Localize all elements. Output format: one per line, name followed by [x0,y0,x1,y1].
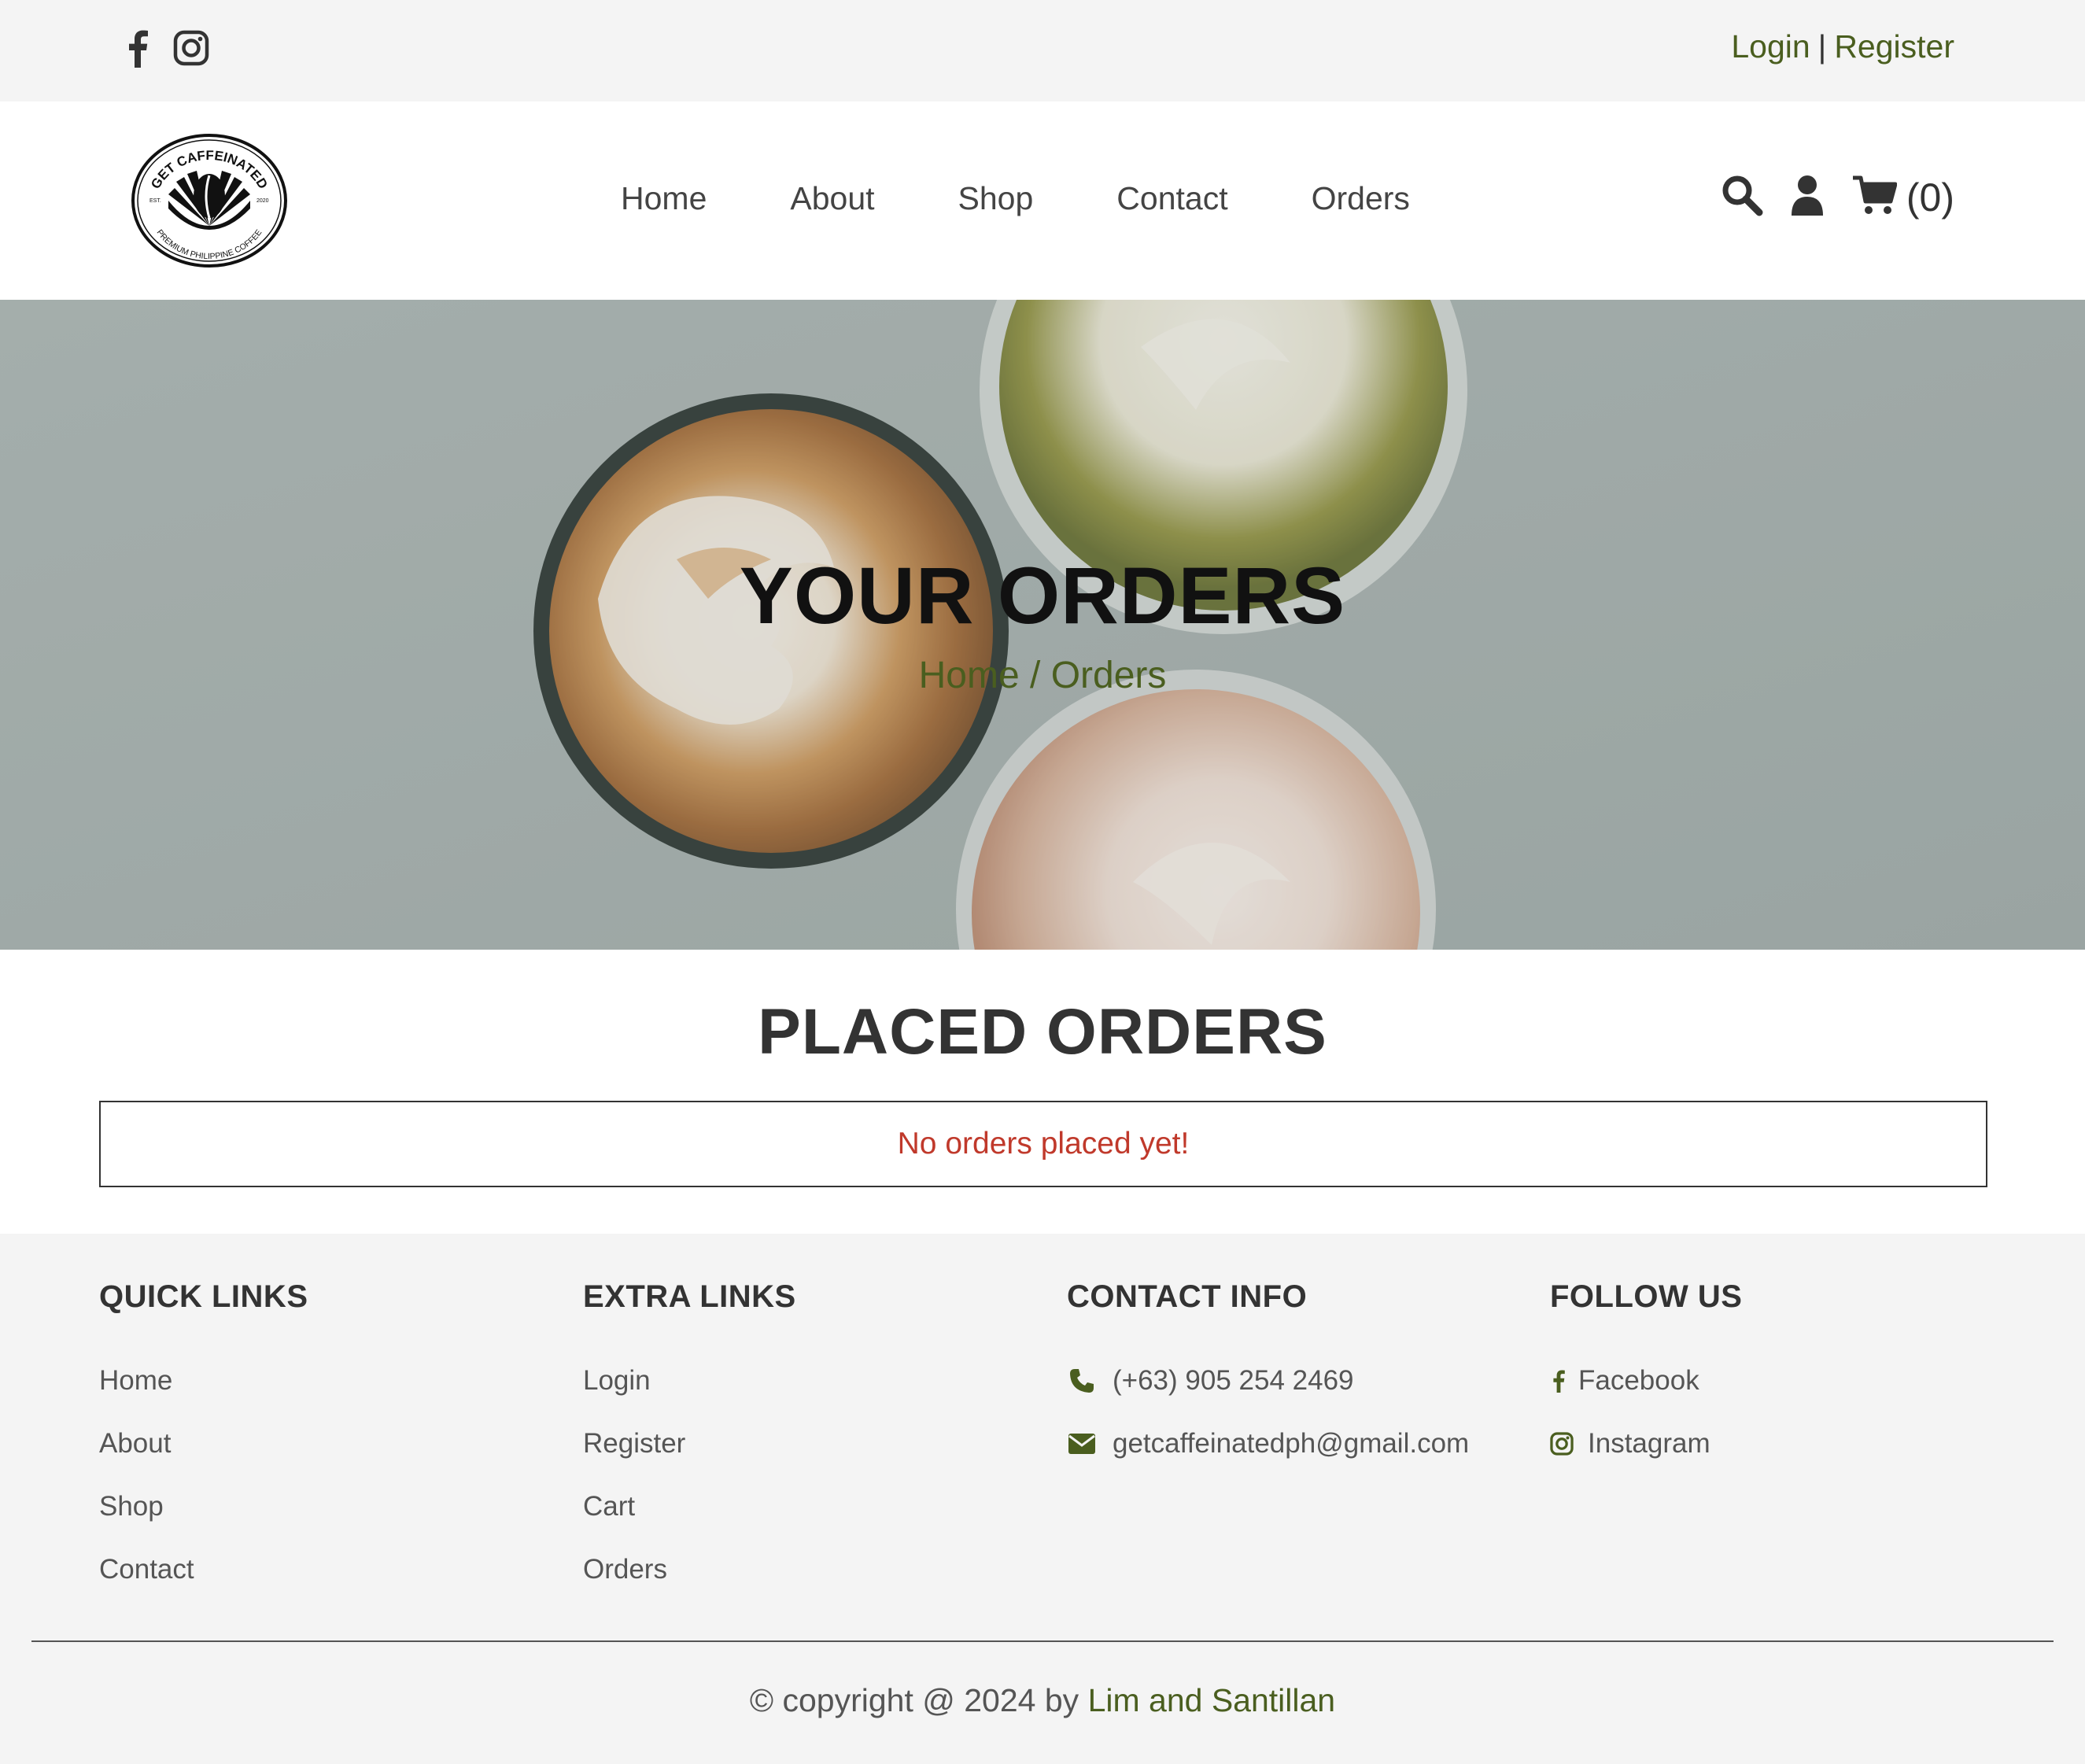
facebook-icon [1550,1367,1567,1394]
hero-title: YOUR ORDERS [739,551,1346,640]
nav-orders[interactable]: Orders [1312,180,1410,217]
footer-link-login[interactable]: Login [583,1349,796,1412]
logo-year: 2020 [256,198,269,204]
login-link[interactable]: Login [1731,28,1810,65]
extra-links-heading: EXTRA LINKS [583,1279,796,1314]
top-bar: Login | Register [0,0,2085,101]
footer-facebook-link[interactable]: Facebook [1550,1349,1742,1412]
instagram-icon [1550,1432,1574,1456]
phone-icon [1067,1367,1097,1394]
footer-extra-links: EXTRA LINKS Login Register Cart Orders [583,1279,796,1601]
cart-icon[interactable] [1851,175,1898,220]
top-social-links [126,28,209,72]
footer-link-shop[interactable]: Shop [99,1475,308,1538]
footer-divider [31,1640,2054,1642]
main-header: GET CAFFEINATED PREMIUM PHILIPPINE COFFE… [0,101,2085,300]
copyright: © copyright @ 2024 by Lim and Santillan [0,1682,2085,1719]
footer-email-text: getcaffeinatedph@gmail.com [1113,1428,1470,1459]
copyright-prefix: © copyright @ 2024 by [749,1682,1079,1718]
brand-logo[interactable]: GET CAFFEINATED PREMIUM PHILIPPINE COFFE… [131,133,288,268]
hero-banner: YOUR ORDERS Home / Orders [0,300,2085,950]
follow-us-heading: FOLLOW US [1550,1279,1743,1314]
placed-orders-title: PLACED ORDERS [758,996,1327,1068]
quick-links-heading: QUICK LINKS [99,1279,308,1314]
copyright-authors[interactable]: Lim and Santillan [1088,1682,1336,1718]
footer-phone[interactable]: (+63) 905 254 2469 [1067,1349,1469,1412]
nav-about[interactable]: About [790,180,874,217]
footer-email[interactable]: getcaffeinatedph@gmail.com [1067,1412,1469,1475]
cart-count[interactable]: (0) [1906,175,1954,220]
nav-home[interactable]: Home [621,180,707,217]
search-icon[interactable] [1721,174,1763,220]
footer-instagram-link[interactable]: Instagram [1550,1412,1742,1475]
auth-links: Login | Register [1731,28,1954,65]
contact-info-heading: CONTACT INFO [1067,1279,1308,1314]
footer-link-about[interactable]: About [99,1412,308,1475]
footer-link-home[interactable]: Home [99,1349,308,1412]
main-nav: Home About Shop Contact Orders [621,180,1410,217]
breadcrumb-separator: / [1030,655,1041,696]
logo-est: EST. [149,198,161,204]
orders-empty-box: No orders placed yet! [99,1101,1987,1187]
facebook-icon[interactable] [126,28,149,72]
footer-link-register[interactable]: Register [583,1412,796,1475]
footer-link-cart[interactable]: Cart [583,1475,796,1538]
envelope-icon [1067,1433,1097,1455]
user-icon[interactable] [1790,175,1825,220]
footer-contact-info: CONTACT INFO (+63) 905 254 2469 getcaffe… [1067,1279,1469,1475]
breadcrumb-home[interactable]: Home [919,655,1020,696]
register-link[interactable]: Register [1834,28,1954,65]
footer-instagram-label: Instagram [1588,1428,1710,1459]
footer-phone-text: (+63) 905 254 2469 [1113,1365,1354,1396]
site-footer: QUICK LINKS Home About Shop Contact EXTR… [0,1234,2085,1764]
footer-quick-links: QUICK LINKS Home About Shop Contact [99,1279,308,1601]
footer-link-orders[interactable]: Orders [583,1538,796,1601]
instagram-icon[interactable] [173,30,209,70]
nav-shop[interactable]: Shop [958,180,1034,217]
auth-separator: | [1817,28,1827,65]
footer-link-contact[interactable]: Contact [99,1538,308,1601]
breadcrumb-current: Orders [1050,655,1167,696]
empty-orders-message: No orders placed yet! [897,1127,1190,1161]
footer-facebook-label: Facebook [1578,1365,1699,1396]
footer-follow-us: FOLLOW US Facebook Instagram [1550,1279,1742,1475]
nav-contact[interactable]: Contact [1116,180,1227,217]
breadcrumb: Home / Orders [0,654,2085,697]
header-tools: (0) [1721,174,1954,220]
